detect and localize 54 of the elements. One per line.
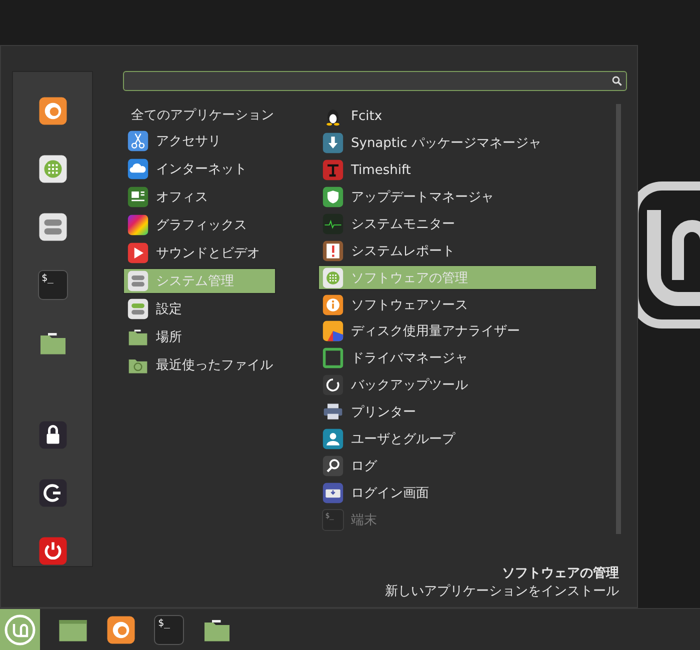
app-item[interactable]: アップデートマネージャ: [318, 184, 597, 210]
app-item[interactable]: Timeshift: [318, 158, 597, 183]
category-item[interactable]: サウンドとビデオ: [123, 240, 276, 266]
app-item[interactable]: Fcitx: [318, 104, 597, 129]
pulse-icon: [322, 212, 344, 235]
category-item[interactable]: アクセサリ: [123, 128, 276, 154]
power-icon: [38, 536, 68, 566]
search-icon: [322, 454, 344, 477]
info-icon: [322, 294, 344, 316]
app-item[interactable]: ログイン画面: [318, 480, 597, 506]
app-item[interactable]: システムレポート: [318, 238, 597, 264]
category-item[interactable]: インターネット: [123, 156, 276, 182]
app-grid-icon: [38, 154, 68, 184]
pie-chart-icon: [322, 320, 344, 342]
chip-icon: [322, 347, 344, 370]
app-item[interactable]: Synaptic パッケージマネージャ: [318, 130, 597, 156]
report-icon: [322, 240, 344, 262]
menu-button[interactable]: [0, 608, 40, 650]
color-palette-icon: [127, 214, 149, 236]
category-item[interactable]: 場所: [123, 324, 276, 350]
app-item[interactable]: ログ: [318, 453, 597, 478]
app-item[interactable]: ソフトウェアソース: [318, 292, 597, 317]
app-item[interactable]: バックアップツール: [318, 372, 597, 398]
app-item[interactable]: ユーザとグループ: [318, 426, 597, 452]
app-item[interactable]: プリンター: [318, 400, 597, 424]
app-item[interactable]: ドライバマネージャ: [318, 346, 597, 371]
terminal-icon: $_: [154, 614, 184, 644]
logout-icon: [38, 478, 68, 508]
toggles-icon: [127, 298, 149, 320]
description-title: ソフトウェアの管理: [502, 565, 619, 583]
toggles-icon: [127, 270, 149, 292]
login-screen-icon: [322, 482, 344, 504]
app-item[interactable]: システムモニター: [318, 212, 597, 236]
search-field[interactable]: [123, 71, 627, 91]
user-icon: [322, 428, 344, 450]
scrollbar[interactable]: [616, 104, 621, 534]
category-item[interactable]: 最近使ったファイル: [123, 352, 276, 378]
category-item[interactable]: グラフィックス: [123, 212, 276, 238]
category-item[interactable]: オフィス: [123, 184, 276, 210]
mint-logo-icon: [4, 614, 36, 646]
cloud-icon: [127, 158, 149, 180]
play-icon: [127, 242, 149, 264]
terminal-icon: $_: [38, 270, 68, 300]
app-grid-icon: [322, 266, 344, 289]
category-item[interactable]: 設定: [123, 296, 276, 322]
app-item[interactable]: ディスク使用量アナライザー: [318, 319, 597, 344]
category-heading[interactable]: 全てのアプリケーション: [123, 104, 318, 128]
scissors-icon: [127, 130, 149, 152]
toggles-icon: [38, 212, 68, 242]
lock-icon: [38, 420, 68, 450]
description-text: 新しいアプリケーションをインストール: [385, 583, 619, 601]
document-icon: [127, 186, 149, 208]
search-icon: [612, 76, 622, 86]
shield-icon: [322, 186, 344, 208]
